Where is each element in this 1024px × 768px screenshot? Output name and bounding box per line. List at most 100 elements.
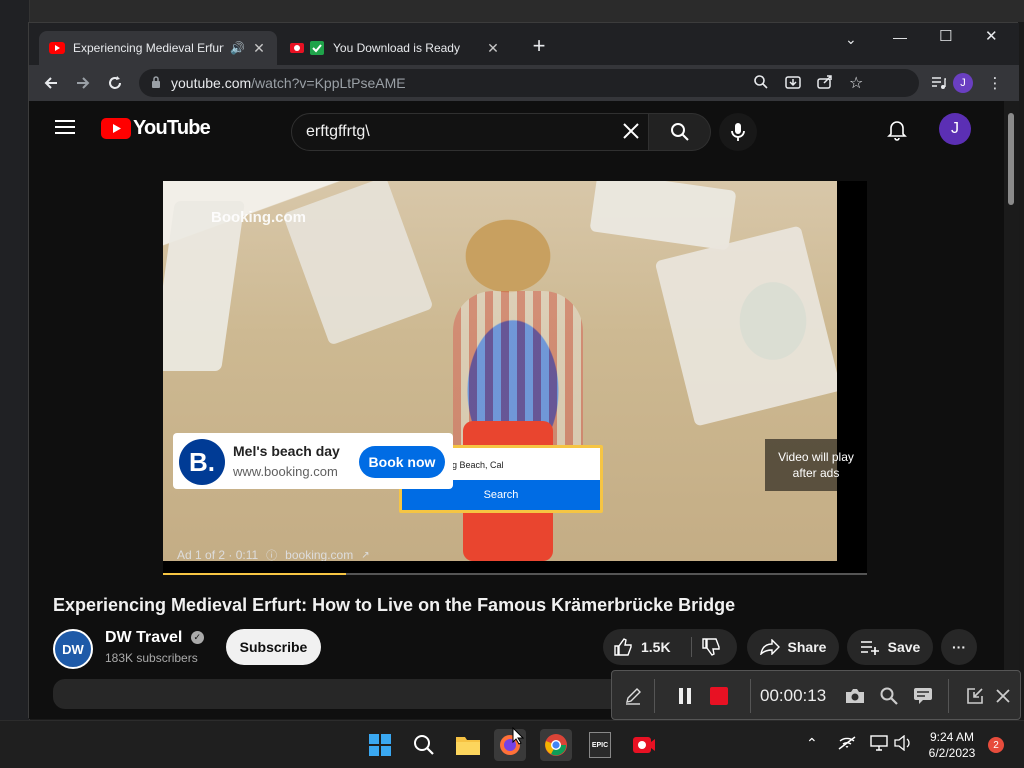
tab-search-icon[interactable]: ⌄ <box>845 31 857 48</box>
minimize-button[interactable]: — <box>893 29 907 45</box>
show-hidden-icons-icon[interactable]: ⌃ <box>806 735 818 752</box>
epic-games-icon[interactable]: EPIC <box>584 729 616 761</box>
collapse-toolbar-icon[interactable] <box>962 683 988 709</box>
account-avatar[interactable]: J <box>939 113 971 145</box>
more-actions-button[interactable]: ··· <box>941 629 977 665</box>
file-explorer-icon[interactable] <box>452 729 484 761</box>
skip-ad-countdown: Video will play after ads <box>765 439 867 491</box>
back-arrow-icon[interactable] <box>39 71 63 95</box>
video-title: Experiencing Medieval Erfurt: How to Liv… <box>53 595 736 615</box>
epic-label: EPIC <box>589 732 611 758</box>
beach-chair <box>163 201 245 371</box>
thumbs-up-icon <box>614 638 632 656</box>
ad-video-frame[interactable]: Booking.com g Beach, Cal Search B. Mel's… <box>163 181 837 561</box>
share-button[interactable]: Share <box>747 629 839 665</box>
profile-initial: J <box>960 77 966 89</box>
vertical-scroll-thumb[interactable] <box>1008 113 1014 205</box>
stop-record-icon[interactable] <box>706 683 732 709</box>
tab-strip: Experiencing Medieval Erfurt 🔊 ✕ You Dow… <box>29 23 1019 65</box>
clear-search-icon[interactable] <box>622 122 640 145</box>
camera-icon[interactable] <box>842 683 868 709</box>
divider <box>750 679 751 713</box>
search-icon <box>670 123 689 141</box>
install-app-icon[interactable] <box>785 74 801 93</box>
zoom-search-icon[interactable] <box>753 74 769 93</box>
maximize-button[interactable]: ☐ <box>939 27 952 45</box>
ad-domain-link[interactable]: booking.com <box>285 548 353 561</box>
close-recorder-icon[interactable] <box>990 683 1016 709</box>
windows-taskbar: EPIC ⌃ 9:24 AM 6/2/2023 2 <box>0 720 1024 768</box>
save-button[interactable]: Save <box>847 629 933 665</box>
taskbar-clock[interactable]: 9:24 AM 6/2/2023 <box>920 729 984 761</box>
clock-date: 6/2/2023 <box>928 746 976 760</box>
share-page-icon[interactable] <box>817 74 833 93</box>
tab-title: You Download is Ready <box>333 41 460 55</box>
recording-timer: 00:00:13 <box>760 686 827 705</box>
pen-icon[interactable] <box>620 683 646 709</box>
ad-progress-fill <box>163 573 347 575</box>
notifications-bell-icon[interactable] <box>887 119 907 146</box>
tab-close-icon[interactable]: ✕ <box>251 40 267 57</box>
video-player[interactable]: Booking.com g Beach, Cal Search B. Mel's… <box>163 181 867 575</box>
hamburger-menu-icon[interactable] <box>55 119 75 140</box>
divider <box>948 679 949 713</box>
dislike-button[interactable] <box>701 637 721 660</box>
new-tab-button[interactable]: + <box>527 35 551 59</box>
tab-download[interactable]: You Download is Ready ✕ <box>279 31 511 65</box>
youtube-logo[interactable]: YouTube <box>101 117 211 140</box>
address-bar[interactable]: youtube.com/watch?v=KppLtPseAME ☆ <box>139 69 919 97</box>
voice-search-button[interactable] <box>719 113 757 151</box>
network-off-icon[interactable] <box>838 735 856 756</box>
bookmark-star-icon[interactable]: ☆ <box>849 73 863 93</box>
clock-time: 9:24 AM <box>929 730 975 744</box>
start-windows-icon[interactable] <box>364 729 396 761</box>
kebab-menu-icon[interactable]: ⋮ <box>983 71 1007 95</box>
ad-overlay-card[interactable]: B. Mel's beach day www.booking.com Book … <box>173 433 453 489</box>
like-dislike-group: 1.5K <box>603 629 737 665</box>
profile-avatar[interactable]: J <box>953 73 973 93</box>
background-window-sidebar <box>0 0 30 720</box>
channel-avatar[interactable]: DW <box>53 629 93 669</box>
url-path: /watch?v=KppLtPseAME <box>251 75 406 91</box>
captions-icon[interactable] <box>910 683 936 709</box>
zoom-icon[interactable] <box>876 683 902 709</box>
display-icon[interactable] <box>870 735 888 756</box>
forward-arrow-icon[interactable] <box>71 71 95 95</box>
channel-avatar-text: DW <box>62 641 84 657</box>
ad-title[interactable]: Mel's beach day <box>233 443 340 459</box>
youtube-search-button[interactable] <box>649 113 711 151</box>
browser-toolbar: youtube.com/watch?v=KppLtPseAME ☆ J ⋮ <box>29 65 1019 101</box>
screen-recorder-app-icon[interactable] <box>628 729 660 761</box>
book-now-button[interactable]: Book now <box>359 446 445 478</box>
taskbar-search-icon[interactable] <box>408 729 440 761</box>
like-button[interactable]: 1.5K <box>613 637 671 657</box>
lock-icon[interactable] <box>151 75 161 91</box>
mouse-cursor-icon <box>512 726 525 745</box>
playlist-add-icon <box>860 641 879 655</box>
avatar-initial: J <box>951 120 959 137</box>
subscribe-button[interactable]: Subscribe <box>226 629 321 665</box>
info-icon[interactable]: ⓘ <box>266 547 277 561</box>
search-query: erftgffrtg\ <box>306 123 370 140</box>
beach-chair <box>589 181 737 251</box>
pause-icon[interactable] <box>672 683 698 709</box>
notification-badge[interactable]: 2 <box>988 737 1004 753</box>
speaker-icon[interactable]: 🔊 <box>230 41 245 55</box>
youtube-header: YouTube erftgffrtg\ J <box>29 101 1004 157</box>
tab-youtube[interactable]: Experiencing Medieval Erfurt 🔊 ✕ <box>39 31 277 65</box>
volume-icon[interactable] <box>894 734 912 756</box>
reload-icon[interactable] <box>103 71 127 95</box>
close-window-button[interactable]: ✕ <box>985 27 998 45</box>
channel-name[interactable]: DW Travel ✓ <box>105 629 204 647</box>
booking-logo[interactable]: B. <box>179 439 225 485</box>
ad-counter: Ad 1 of 2 · 0:11 <box>177 548 259 561</box>
recorder-favicon-icon <box>289 40 305 56</box>
tab-close-icon[interactable]: ✕ <box>485 40 501 57</box>
youtube-search-input[interactable]: erftgffrtg\ <box>291 113 649 151</box>
like-count: 1.5K <box>641 639 671 655</box>
chrome-icon[interactable] <box>540 729 572 761</box>
ad-info-bar: Ad 1 of 2 · 0:11 ⓘ booking.com ↗ <box>177 547 370 561</box>
ad-url[interactable]: www.booking.com <box>233 464 338 479</box>
beach-chair <box>654 225 837 427</box>
